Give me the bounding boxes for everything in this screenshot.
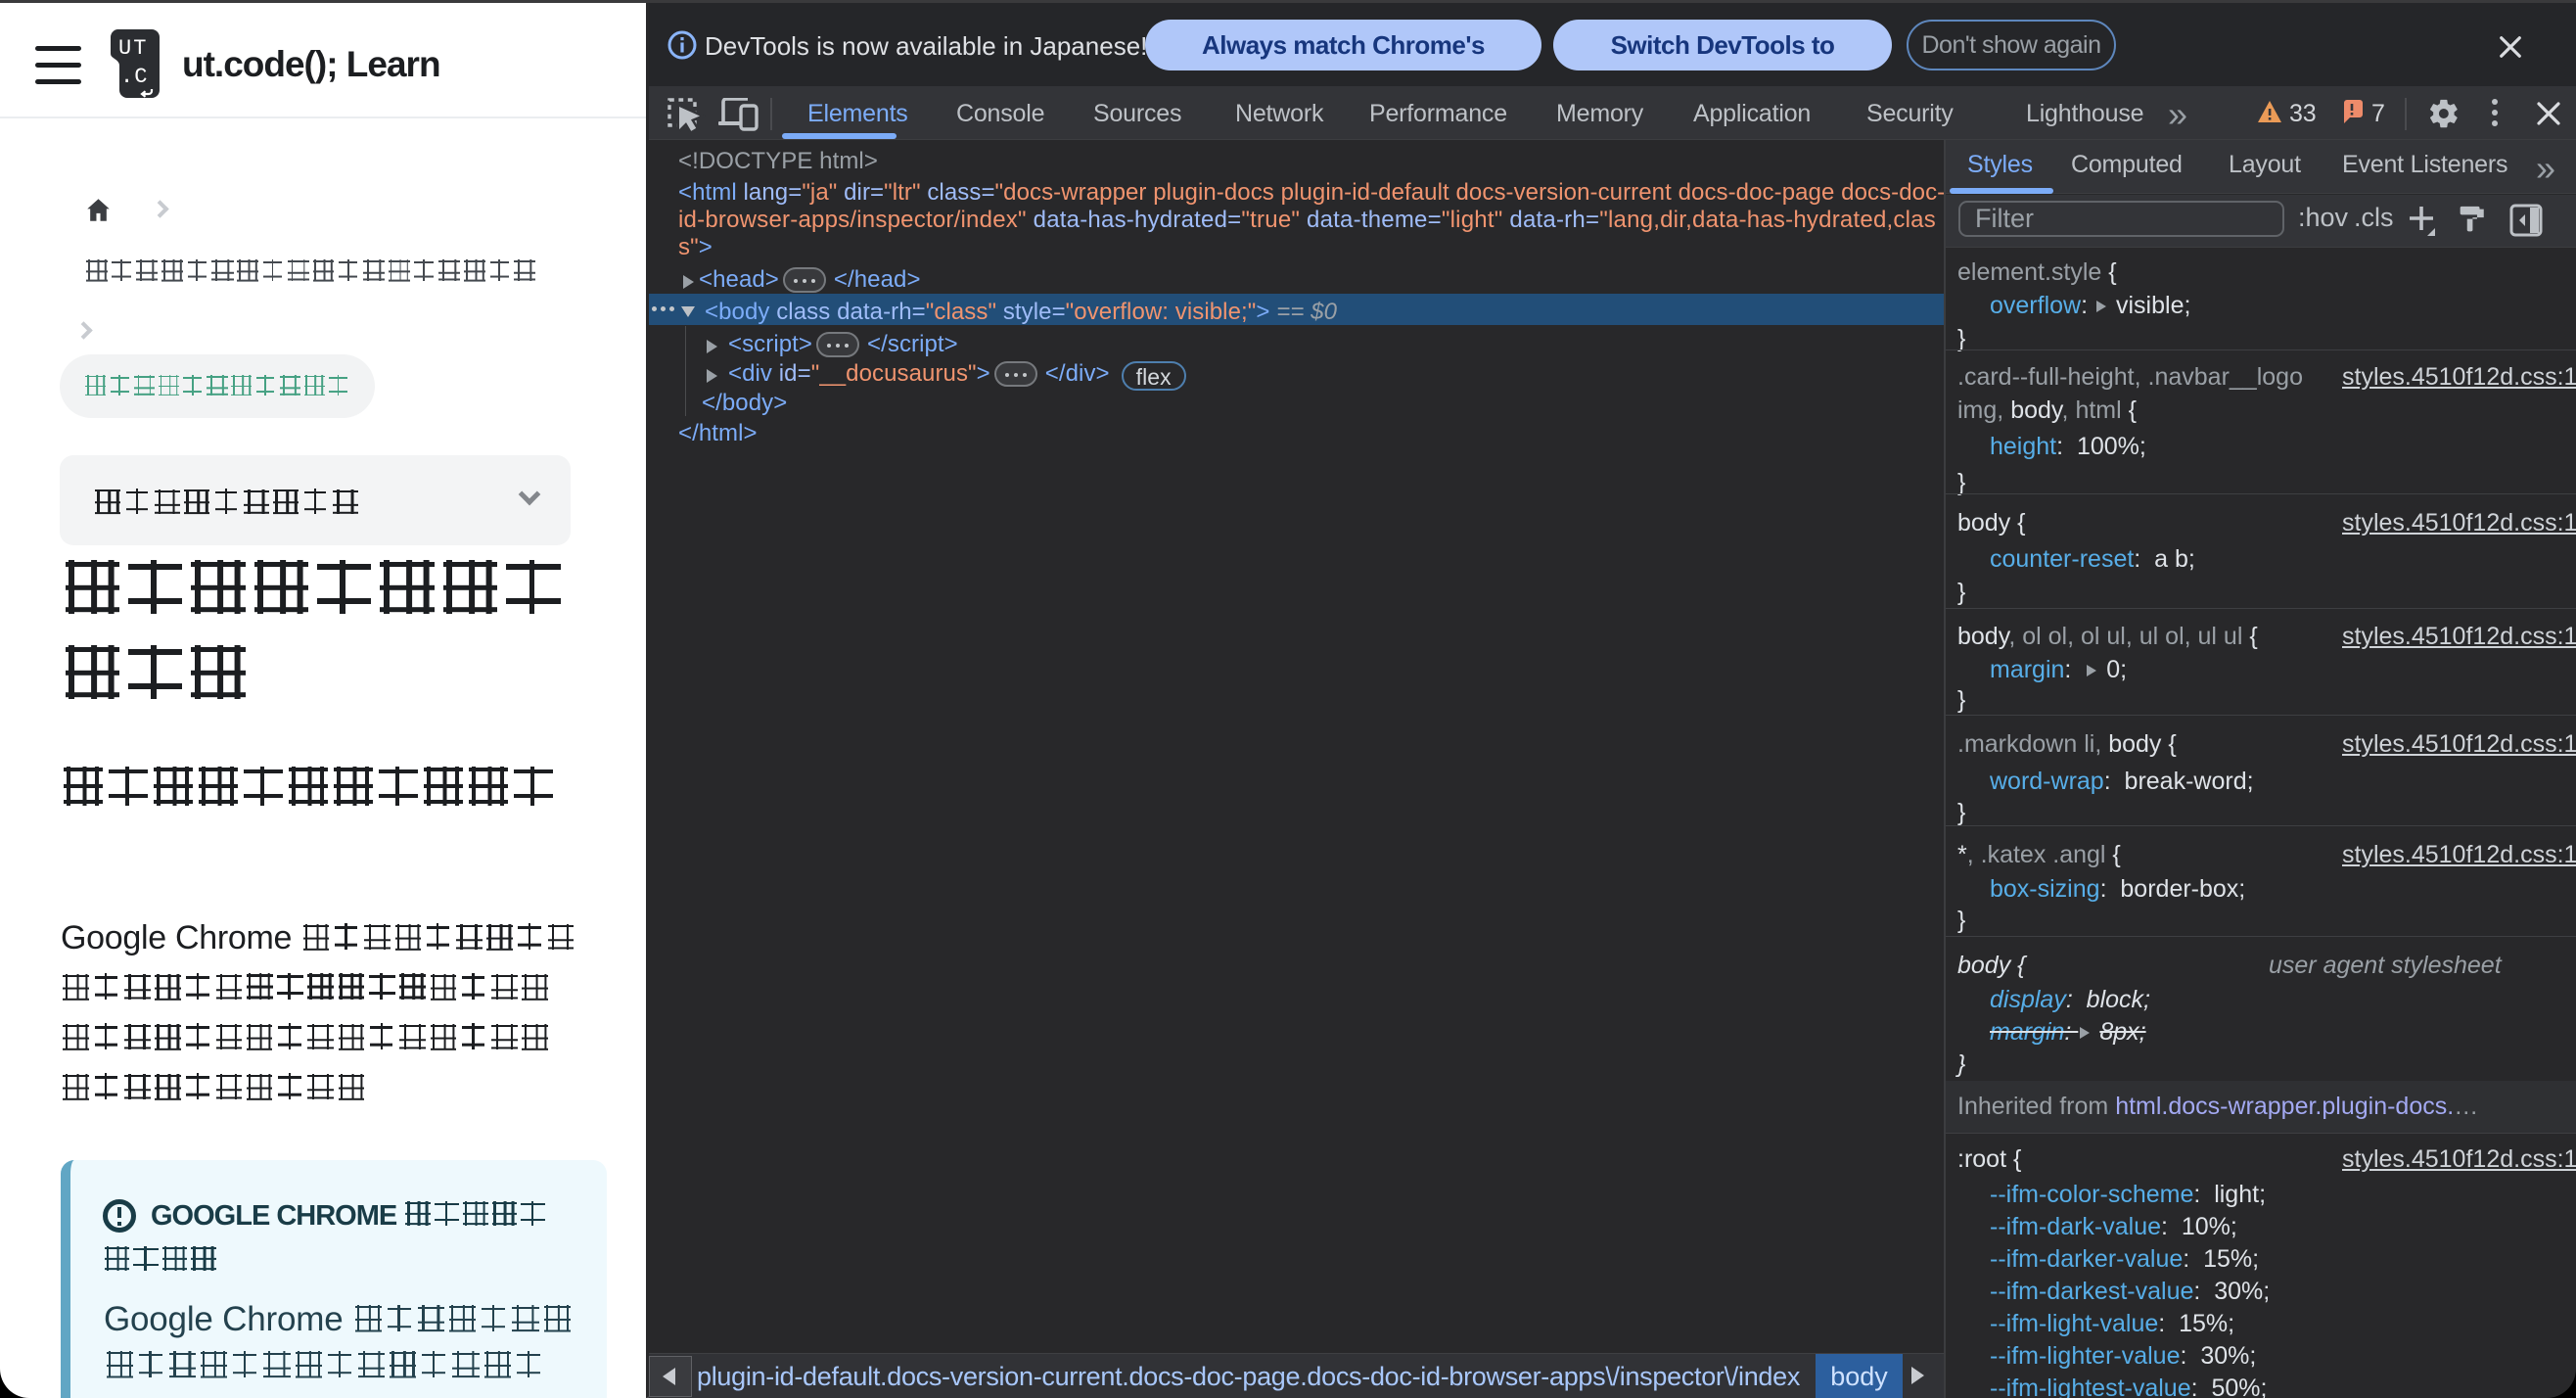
svg-text:.C: .C	[120, 65, 148, 89]
svg-text:UT: UT	[118, 36, 148, 61]
